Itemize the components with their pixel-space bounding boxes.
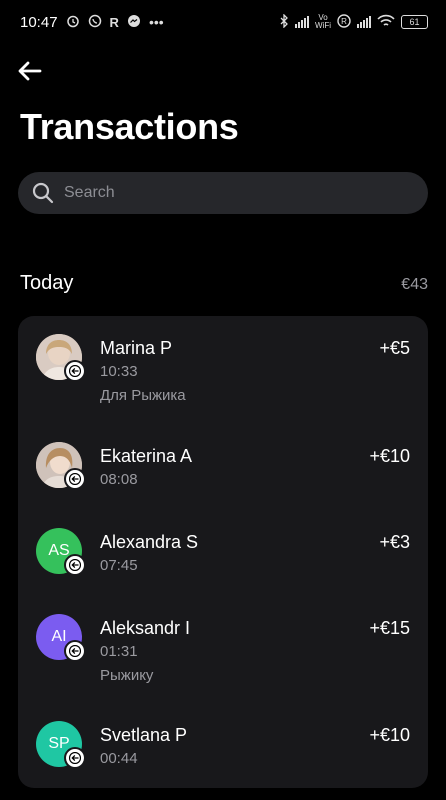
transaction-name: Svetlana P [100, 725, 188, 745]
transaction-time: 01:31 [100, 643, 138, 660]
arrow-left-icon [69, 473, 81, 485]
transaction-name: Ekaterina A [100, 446, 193, 466]
registered-icon: R [337, 13, 351, 31]
transaction-time: 10:33 [100, 363, 138, 380]
arrow-left-icon [69, 559, 81, 571]
svg-text:R: R [341, 17, 347, 26]
transaction-row[interactable]: SP Svetlana P +€10 00:44 [18, 721, 428, 785]
transaction-note: Рыжику [100, 667, 154, 684]
arrow-left-icon [18, 61, 42, 81]
transaction-amount: +€5 [379, 338, 410, 358]
transaction-amount: +€10 [369, 725, 410, 745]
transaction-row[interactable]: AS Alexandra S +€3 07:45 [18, 528, 428, 592]
transaction-amount: +€15 [369, 618, 410, 638]
incoming-arrow-badge [64, 360, 86, 382]
status-bar: 10:47 R ••• Vo WiFi R 61 [0, 0, 446, 44]
status-time: 10:47 [20, 13, 58, 31]
transaction-amount: +€10 [369, 446, 410, 466]
avatar-initials: AI [51, 628, 67, 645]
alarm-icon [66, 14, 80, 31]
bluetooth-icon [279, 12, 289, 31]
incoming-arrow-badge [64, 747, 86, 769]
arrow-left-icon [69, 365, 81, 377]
section-total: €43 [401, 276, 428, 293]
transaction-row[interactable]: Marina P +€5 10:33 Для Рыжика [18, 334, 428, 420]
incoming-arrow-badge [64, 468, 86, 490]
messenger-icon [127, 14, 141, 31]
transaction-name: Alexandra S [100, 532, 199, 552]
wifi-icon [377, 14, 395, 31]
viber-icon [88, 14, 102, 31]
arrow-left-icon [69, 752, 81, 764]
status-left: 10:47 R ••• [20, 14, 164, 31]
transaction-time: 07:45 [100, 557, 138, 574]
vowifi-icon: Vo WiFi [315, 13, 331, 30]
search-bar[interactable] [18, 172, 428, 214]
r-app-icon: R [109, 14, 119, 30]
more-dots-icon: ••• [148, 14, 164, 30]
battery-icon: 61 [401, 15, 428, 29]
transaction-name: Marina P [100, 338, 173, 358]
transaction-time: 08:08 [100, 471, 138, 488]
transactions-card: Marina P +€5 10:33 Для Рыжика Ekaterina … [18, 316, 428, 788]
section-title: Today [20, 272, 74, 294]
search-input[interactable] [64, 184, 384, 202]
arrow-left-icon [69, 645, 81, 657]
transaction-row[interactable]: AI Aleksandr I +€15 01:31 Рыжику [18, 614, 428, 700]
search-icon [32, 182, 54, 204]
incoming-arrow-badge [64, 554, 86, 576]
transaction-time: 00:44 [100, 750, 138, 767]
signal-icon [357, 16, 371, 28]
transaction-amount: +€3 [379, 532, 410, 552]
status-right: Vo WiFi R 61 [279, 12, 428, 31]
transaction-note: Для Рыжика [100, 387, 186, 404]
transaction-row[interactable]: Ekaterina A +€10 08:08 [18, 442, 428, 506]
page-title: Transactions [20, 106, 239, 147]
incoming-arrow-badge [64, 640, 86, 662]
back-button[interactable] [14, 56, 46, 86]
signal-icon [295, 16, 309, 28]
transaction-name: Aleksandr I [100, 618, 191, 638]
